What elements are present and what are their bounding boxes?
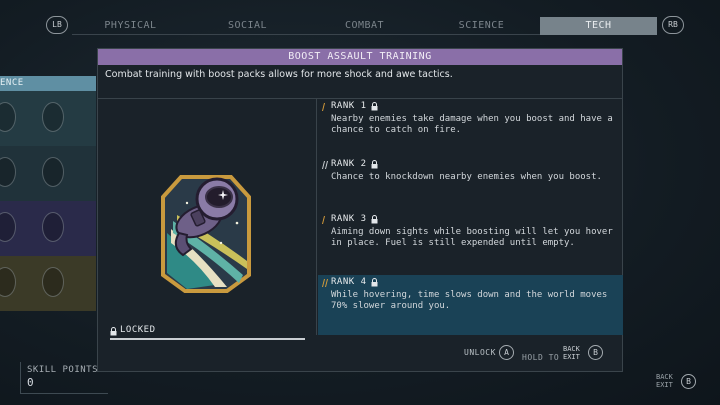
rank-list: RANK 1 Nearby enemies take damage when y… [318, 99, 623, 335]
skill-tier-row [0, 146, 96, 201]
skill-points-label: SKILL POINTS [27, 365, 99, 375]
rank-description: While hovering, time slows down and the … [331, 290, 608, 311]
back-exit-label[interactable]: BACK EXIT [563, 345, 580, 361]
lb-bumper-button[interactable]: LB [46, 16, 68, 34]
tab-combat[interactable]: COMBAT [306, 17, 423, 35]
hold-to-label: HOLD TO [522, 353, 560, 362]
rank-item[interactable]: RANK 3 Aiming down sights while boosting… [318, 212, 623, 275]
skill-slot[interactable] [42, 102, 64, 132]
tab-social[interactable]: SOCIAL [189, 17, 306, 35]
skill-points-box: SKILL POINTS 0 [20, 362, 108, 394]
corner-back-label: BACK EXIT [656, 373, 673, 389]
skill-tree-header: ENCE [0, 76, 96, 91]
unlock-label[interactable]: UNLOCK [464, 348, 496, 357]
skill-slot[interactable] [0, 267, 16, 297]
background-skill-tree: ENCE [0, 76, 96, 311]
category-tab-bar: LB PHYSICAL SOCIAL COMBAT SCIENCE TECH R… [0, 14, 720, 36]
skills-screen: LB PHYSICAL SOCIAL COMBAT SCIENCE TECH R… [0, 0, 720, 405]
rank-item-selected[interactable]: RANK 4 While hovering, time slows down a… [318, 275, 623, 335]
rank-description: Aiming down sights while boosting will l… [331, 227, 613, 248]
rank-tier-2-icon [322, 161, 328, 169]
skill-description: Combat training with boost packs allows … [98, 65, 622, 99]
skill-slot[interactable] [42, 212, 64, 242]
skill-slot[interactable] [0, 102, 16, 132]
skill-points-value: 0 [27, 376, 34, 389]
rank-title: RANK 4 [331, 277, 367, 287]
rank-title: RANK 3 [331, 214, 367, 224]
rank-item[interactable]: RANK 2 Chance to knockdown nearby enemie… [318, 157, 623, 212]
skill-badge-pane: LOCKED [98, 99, 317, 340]
tab-physical[interactable]: PHYSICAL [72, 17, 189, 35]
skill-title: BOOST ASSAULT TRAINING [98, 49, 622, 65]
rank-title: RANK 2 [331, 159, 367, 169]
rank-tier-1-icon [322, 103, 325, 111]
lock-icon [371, 215, 378, 224]
rank-title: RANK 1 [331, 101, 367, 111]
lock-icon [371, 102, 378, 111]
rank-tier-4-icon [322, 279, 328, 287]
skill-badge-icon [157, 163, 255, 299]
lock-icon [371, 160, 378, 169]
skill-tier-row [0, 91, 96, 146]
b-button-icon: B [681, 374, 696, 389]
rank-description: Nearby enemies take damage when you boos… [331, 114, 613, 135]
locked-label: LOCKED [120, 325, 156, 335]
category-tabs: PHYSICAL SOCIAL COMBAT SCIENCE TECH [72, 17, 657, 35]
corner-back-button[interactable]: BACK EXIT B [656, 373, 700, 391]
tab-tech[interactable]: TECH [540, 17, 657, 35]
skill-detail-modal: BOOST ASSAULT TRAINING Combat training w… [97, 48, 623, 372]
rank-item[interactable]: RANK 1 Nearby enemies take damage when y… [318, 99, 623, 157]
b-button-icon[interactable]: B [588, 345, 603, 360]
a-button-icon[interactable]: A [499, 345, 514, 360]
rank-description: Chance to knockdown nearby enemies when … [331, 172, 602, 182]
modal-footer: UNLOCK A HOLD TO BACK EXIT B [98, 335, 624, 373]
skill-tier-row [0, 256, 96, 311]
tab-science[interactable]: SCIENCE [423, 17, 540, 35]
rank-tier-3-icon [322, 216, 325, 224]
skill-slot[interactable] [0, 157, 16, 187]
skill-slot[interactable] [0, 212, 16, 242]
skill-slot[interactable] [42, 267, 64, 297]
skill-slot[interactable] [42, 157, 64, 187]
lock-icon [371, 278, 378, 287]
skill-tier-row [0, 201, 96, 256]
rb-bumper-button[interactable]: RB [662, 16, 684, 34]
